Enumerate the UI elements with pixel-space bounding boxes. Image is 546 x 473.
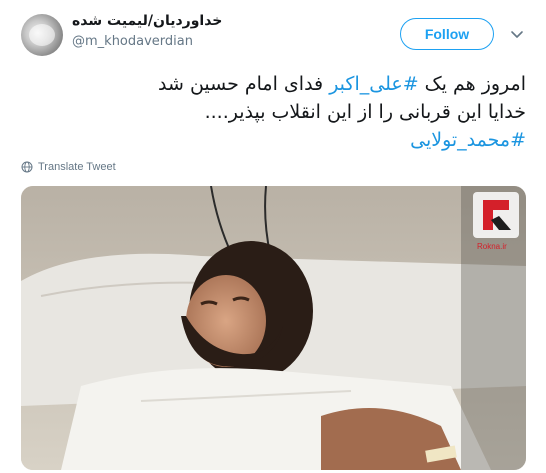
follow-button[interactable]: Follow xyxy=(400,18,494,50)
tweet-line-2: خدایا این قربانی را از این انقلاب بپذیر.… xyxy=(204,101,526,123)
author-handle[interactable]: @m_khodaverdian xyxy=(72,34,193,49)
tweet-photo[interactable]: Rokna.ir xyxy=(21,186,526,470)
hashtag-link[interactable]: #علی_اکبر xyxy=(329,73,418,95)
translate-tweet-link[interactable]: Translate Tweet xyxy=(21,161,116,173)
tweet-text-segment: امروز هم یک xyxy=(418,73,526,95)
avatar[interactable] xyxy=(21,14,63,56)
watermark-text: Rokna.ir xyxy=(477,242,507,251)
tweet-line-3: #محمد_تولایی xyxy=(20,126,526,154)
tweet-line-1: امروز هم یک #علی_اکبر فدای امام حسین شد xyxy=(20,70,526,98)
author-display-name[interactable]: خداوردیان/لیمیت شده xyxy=(72,13,222,29)
translate-tweet-label: Translate Tweet xyxy=(38,161,116,173)
hashtag-link[interactable]: #محمد_تولایی xyxy=(410,129,526,151)
hospital-patient-photo xyxy=(21,186,526,470)
tweet-text-segment: فدای امام حسین شد xyxy=(158,73,330,95)
tweet-text: امروز هم یک #علی_اکبر فدای امام حسین شد … xyxy=(20,70,526,154)
globe-icon xyxy=(21,161,33,173)
chevron-down-icon[interactable] xyxy=(510,27,524,41)
